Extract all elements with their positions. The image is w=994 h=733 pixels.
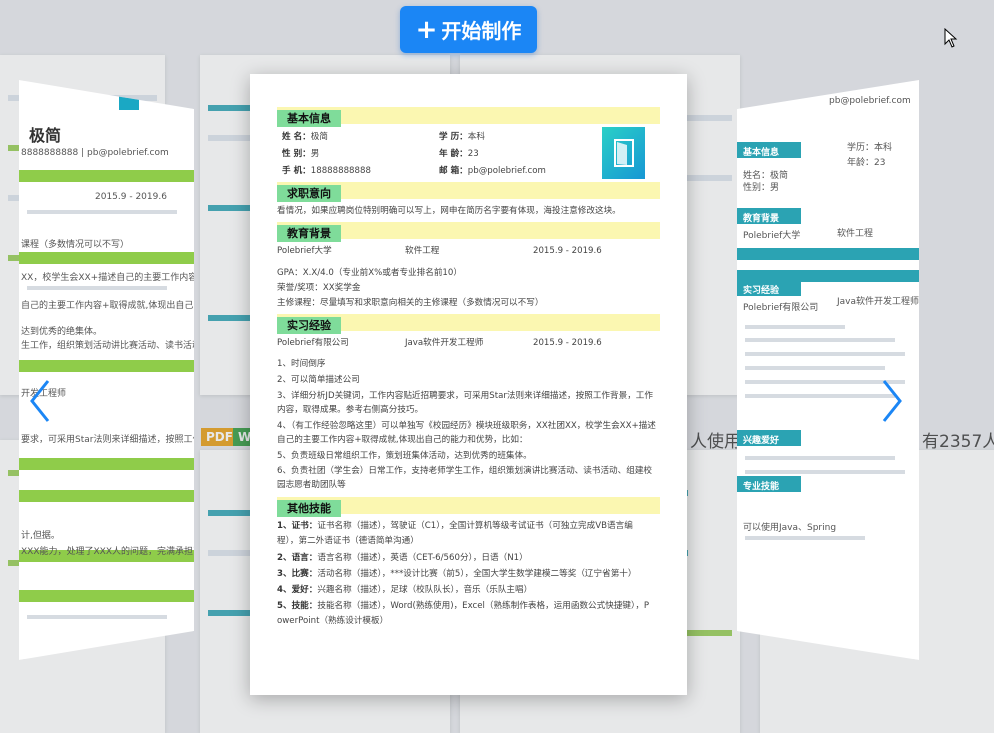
section-education: 教育背景 [277,222,660,242]
right-card-email: pb@polebrief.com [829,96,911,106]
skill-item: 4、爱好：兴趣名称（描述），足球（校队队长），音乐（乐队主唱） [277,585,533,595]
basic-name-row: 姓 名：极简 [282,132,328,142]
section-basic-info: 基本信息 [277,107,660,127]
skill-item: 1、证书：证书名称（描述），驾驶证（C1），全国计算机等级考试证书（可独立完成V… [277,521,633,531]
right-card-section-title: 基本信息 [743,148,780,158]
edu-gpa: GPA：X.X/4.0（专业前X%或者专业排名前10） [277,268,462,278]
mouse-cursor-icon [944,28,958,48]
section-title: 基本信息 [277,110,341,127]
basic-gender-row: 性 别：男 [282,149,320,159]
intern-item: 内容，取得成果。参考右侧高分技巧。 [277,405,424,415]
intern-item: 2、可以简单描述公司 [277,375,360,385]
section-internship: 实习经验 [277,314,660,334]
left-card-name: 极简 [29,126,62,145]
left-card-section-bar [19,170,194,182]
edu-period: 2015.9 - 2019.6 [533,246,602,256]
basic-email-row: 邮 箱：pb@polebrief.com [439,166,546,176]
basic-age-row: 年 龄：23 [439,149,479,159]
intern-period: 2015.9 - 2019.6 [533,338,602,348]
section-job-intent: 求职意向 [277,182,660,202]
intern-item: 1、时间倒序 [277,359,326,369]
intern-item: 6、负责社团（学生会）日常工作，支持老师学生工作，组织策划演讲比赛活动、读书活动… [277,466,653,476]
intent-text: 看情况，如果应聘岗位特别明确可以写上，网申在简历名字要有体现，海投注意修改这块。 [277,206,621,216]
edu-school: Polebrief大学 [277,246,332,256]
intern-item: 自己的主要工作内容+取得成就,体现出自己的能力和优势，比如： [277,435,528,445]
basic-edu-row: 学 历：本科 [439,132,485,142]
left-card-line: 达到优秀的绝集体。 [21,327,103,337]
left-card-line: 自己的主要工作内容+取得成就,体现出自己的能力和优 [21,301,194,311]
section-title: 求职意向 [277,185,341,202]
section-other-skills: 其他技能 [277,497,660,517]
left-card-line: 课程（多数情况可以不写） [21,240,130,250]
intern-item: 园志愿者助团队等 [277,480,346,490]
start-making-label: 开始制作 [441,19,522,43]
left-card-line: 计,但据。 [21,531,60,541]
right-card-school: Polebrief大学 [743,231,801,241]
right-card-gender-row: 性别：男 [743,183,780,193]
right-card-major: 软件工程 [837,229,874,239]
section-title: 实习经验 [277,317,341,334]
edu-major: 软件工程 [405,246,440,256]
left-card-line: XXX能力，处理了XXX人的问题，完满承担了优秀项 [21,547,194,557]
right-preview-card[interactable]: pb@polebrief.com 基本信息 姓名：极简 学历：本科 性别：男 年… [737,80,919,660]
skill-item: 5、技能：技能名称（描述），Word(熟练使用)，Excel（熟练制作表格，运用… [277,601,650,611]
right-card-section-title: 教育背景 [743,214,780,224]
left-card-line: 生工作，组织策划活动讲比赛活动、读书活动、组建校园 [21,341,194,351]
right-card-section-title: 专业技能 [743,482,780,492]
left-card-line: XX，校学生会XX+描述自己的主要工作内容+取得成就 [21,273,194,283]
skill-item: 程），第二外语证书（德语简单沟通） [277,536,419,546]
start-making-button[interactable]: + 开始制作 [400,6,537,53]
next-arrow-icon[interactable] [880,377,904,425]
right-card-age-row: 年龄：23 [847,158,886,168]
intern-company: Polebrief有限公司 [277,338,349,348]
section-title: 教育背景 [277,225,341,242]
basic-phone-row: 手 机：18888888888 [282,166,371,176]
previous-arrow-icon[interactable] [28,377,52,425]
plus-icon: + [415,14,438,45]
right-card-section-title: 兴趣爱好 [743,436,780,446]
door-logo-icon [613,139,634,167]
skill-item: 2、语言：语言名称（描述），英语（CET-6/560分），日语（N1） [277,553,528,563]
profile-photo [602,127,645,179]
intern-job: Java软件开发工程师 [405,338,484,348]
right-card-section-title: 实习经验 [743,286,780,296]
right-card-edu-row: 学历：本科 [847,143,893,153]
resume-preview: 基本信息 姓 名：极简 学 历：本科 性 别：男 年 龄：23 手 机：1888… [250,74,687,695]
right-card-company: Polebrief有限公司 [743,303,819,313]
left-card-contact: 8888888888 | pb@polebrief.com [21,148,169,158]
intern-item: 3、详细分析JD关键词，工作内容贴近招聘要求，可采用Star法则来详细描述，按照… [277,391,653,401]
left-card-date: 2015.9 - 2019.6 [95,192,167,202]
section-title: 其他技能 [277,500,341,517]
right-card-skill-line: 可以使用Java、Spring [743,523,837,533]
skill-item: 3、比赛：活动名称（描述），***设计比赛（前5），全国大学生数学建模二等奖（辽… [277,569,637,579]
intern-item: 4、（有工作经验忽略这里）可以单独写《校园经历》模块班级职务，XX社团XX，校学… [277,421,656,431]
skill-item: owerPoint（熟练设计模板） [277,616,389,626]
right-card-job: Java软件开发工程师 [837,297,919,307]
left-card-line: 要求，可采用Star法则来详细描述，按照工作背景，工作 [21,435,194,445]
edu-courses: 主修课程：尽量填写和求职意向相关的主修课程（多数情况可以不写） [277,298,544,308]
intern-item: 5、负责班级日常组织工作，策划班集体活动，达到优秀的班集体。 [277,451,532,461]
left-preview-card[interactable]: 极简 8888888888 | pb@polebrief.com 2015.9 … [19,80,194,660]
edu-awards: 荣誉/奖项：XX奖学金 [277,283,361,293]
